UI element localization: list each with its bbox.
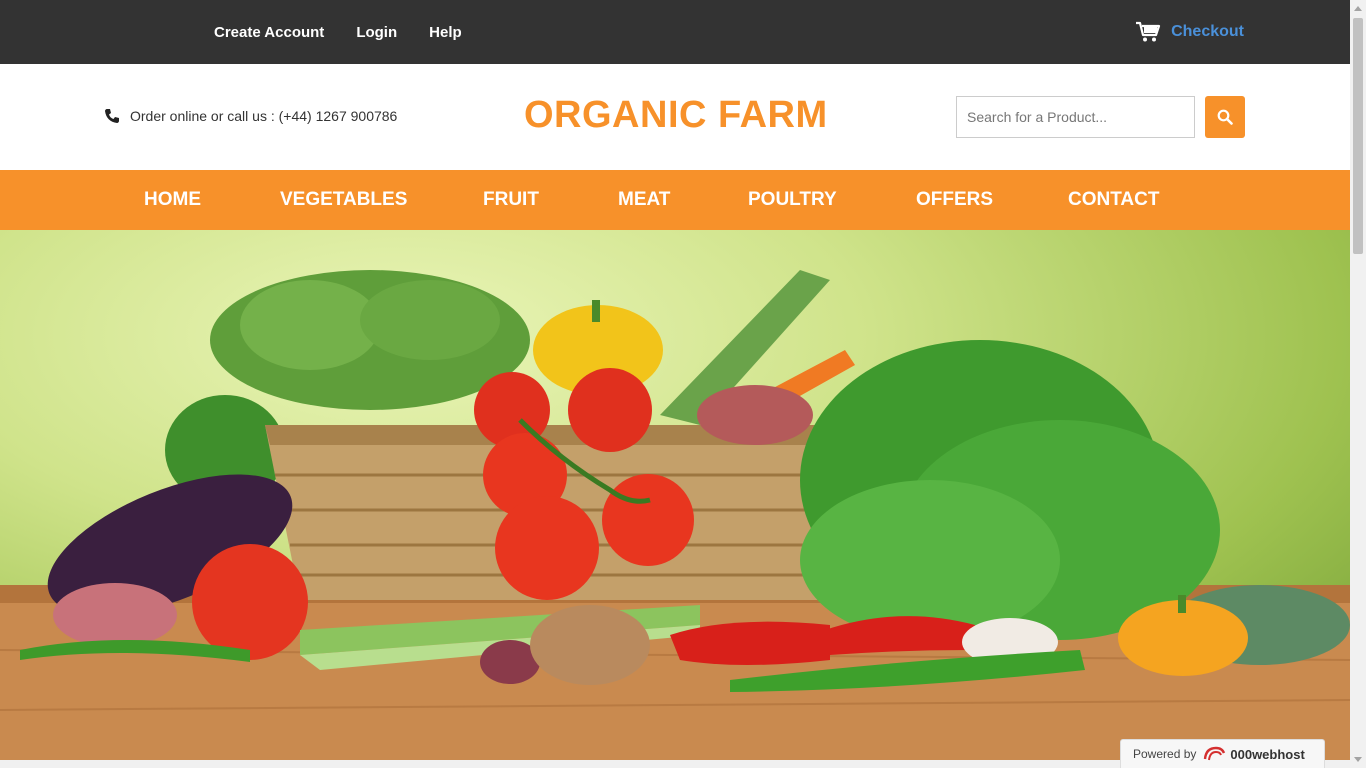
checkout-area: Checkout <box>1135 0 1244 64</box>
account-links: Create Account Login Help <box>214 0 494 64</box>
phone-icon <box>105 109 119 123</box>
shopping-cart-icon[interactable] <box>1135 21 1161 43</box>
hero-banner-image <box>0 230 1350 760</box>
site-header: Order online or call us : (+44) 1267 900… <box>0 64 1350 170</box>
main-nav: HOME VEGETABLES FRUIT MEAT POULTRY OFFER… <box>0 170 1350 230</box>
help-link[interactable]: Help <box>429 24 462 41</box>
nav-item-offers[interactable]: OFFERS <box>916 170 993 230</box>
nav-item-fruit[interactable]: FRUIT <box>483 170 539 230</box>
create-account-link[interactable]: Create Account <box>214 24 324 41</box>
scroll-up-arrow-icon[interactable] <box>1354 6 1362 11</box>
vegetable-basket-illustration <box>0 270 1350 760</box>
phone-text: Order online or call us : (+44) 1267 900… <box>130 108 398 124</box>
nav-item-home[interactable]: HOME <box>144 170 201 230</box>
nav-item-meat[interactable]: MEAT <box>618 170 670 230</box>
login-link[interactable]: Login <box>356 24 397 41</box>
search-button[interactable] <box>1205 96 1245 138</box>
powered-by-label: Powered by <box>1133 747 1197 761</box>
search-icon <box>1217 109 1233 125</box>
webhost-name: 000webhost <box>1230 746 1305 762</box>
scroll-down-arrow-icon[interactable] <box>1354 757 1362 762</box>
powered-by-badge[interactable]: Powered by 000webhost <box>1120 739 1325 768</box>
nav-item-contact[interactable]: CONTACT <box>1068 170 1159 230</box>
top-bar: Create Account Login Help Checkout <box>0 0 1350 64</box>
nav-item-poultry[interactable]: POULTRY <box>748 170 837 230</box>
search-input[interactable] <box>956 96 1195 138</box>
checkout-link[interactable]: Checkout <box>1171 23 1244 41</box>
page-scrollbar[interactable] <box>1350 0 1366 768</box>
scrollbar-thumb[interactable] <box>1353 18 1363 254</box>
phone-contact: Order online or call us : (+44) 1267 900… <box>104 108 397 124</box>
site-logo[interactable]: ORGANIC FARM <box>524 94 828 137</box>
webhost-logo-icon <box>1204 746 1226 761</box>
nav-item-vegetables[interactable]: VEGETABLES <box>280 170 407 230</box>
